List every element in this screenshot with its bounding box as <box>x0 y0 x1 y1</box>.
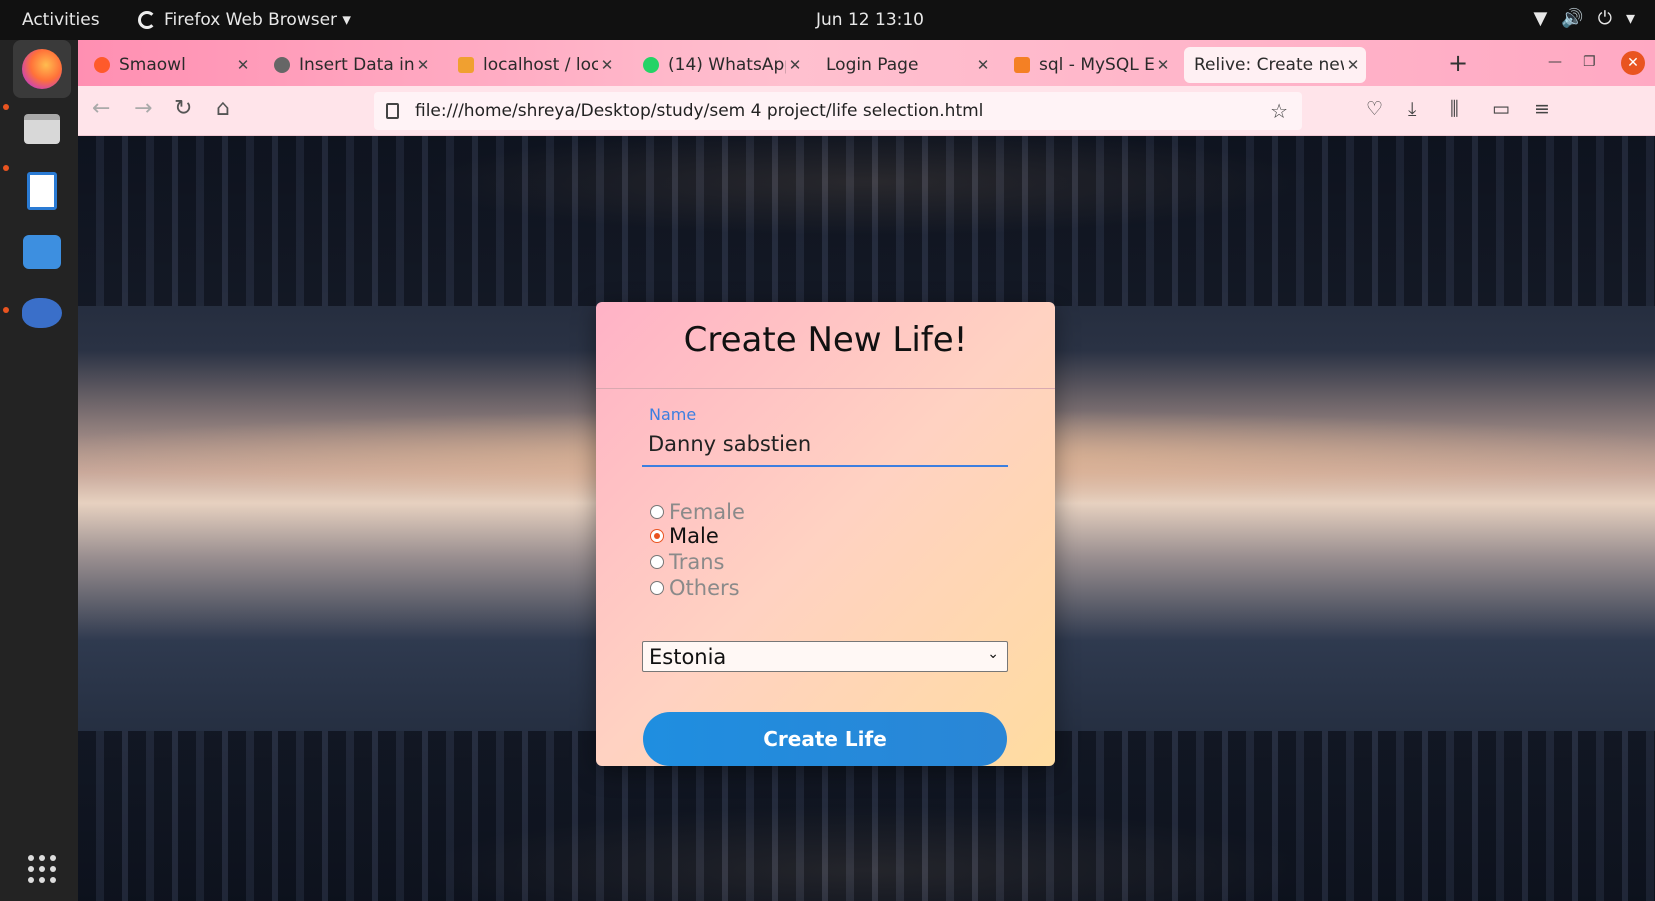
tab-relive-create[interactable]: Relive: Create new ✕ <box>1184 47 1366 83</box>
tab-whatsapp[interactable]: (14) WhatsApp ✕ <box>633 47 808 83</box>
dock-mysql-workbench[interactable] <box>13 284 71 342</box>
show-apps-icon[interactable] <box>28 855 56 883</box>
divider <box>596 388 1055 389</box>
system-tray[interactable]: ▼ 🔊 ⏻ ▾ <box>1533 8 1635 29</box>
back-icon[interactable]: ← <box>92 96 110 121</box>
app-menu[interactable]: Firefox Web Browser ▾ <box>138 10 351 30</box>
tab-insert-data[interactable]: Insert Data into ✕ <box>264 47 436 83</box>
create-life-button[interactable]: Create Life <box>643 712 1007 766</box>
files-icon <box>24 114 60 144</box>
radio-others[interactable] <box>650 581 664 595</box>
gender-option-male[interactable]: Male <box>650 524 719 548</box>
radio-male[interactable] <box>650 529 664 543</box>
writer-icon <box>27 172 57 210</box>
dock-writer[interactable] <box>13 162 71 220</box>
new-tab-button[interactable]: + <box>1448 49 1468 77</box>
running-indicator <box>3 165 9 171</box>
dock-firefox[interactable] <box>13 40 71 98</box>
tab-mysql-error[interactable]: sql - MySQL Err ✕ <box>1004 47 1176 83</box>
clock[interactable]: Jun 12 13:10 <box>816 10 924 30</box>
dock-files[interactable] <box>13 100 71 158</box>
chevron-down-icon: ⌄ <box>987 646 999 662</box>
tab-login-page[interactable]: Login Page ✕ <box>816 47 996 83</box>
close-tab-icon[interactable]: ✕ <box>414 56 432 74</box>
dock <box>0 40 78 901</box>
pocket-icon[interactable]: ♡ <box>1366 98 1383 120</box>
close-tab-icon[interactable]: ✕ <box>786 56 804 74</box>
close-tab-icon[interactable]: ✕ <box>1344 56 1362 74</box>
bookmark-star-icon[interactable]: ☆ <box>1270 99 1288 123</box>
reload-icon[interactable]: ↻ <box>174 96 192 121</box>
country-select[interactable]: Estonia ⌄ <box>642 641 1008 672</box>
whatsapp-icon <box>643 57 659 73</box>
wifi-icon: ▼ <box>1533 8 1548 29</box>
firefox-window: Smaowl ✕ Insert Data into ✕ localhost / … <box>78 40 1655 901</box>
gender-option-trans[interactable]: Trans <box>650 550 725 574</box>
firefox-icon <box>22 49 62 89</box>
sidebar-icon[interactable]: ▭ <box>1492 98 1510 120</box>
name-input[interactable] <box>642 423 1008 467</box>
radio-female[interactable] <box>650 505 664 519</box>
software-center-icon <box>23 235 61 269</box>
name-label: Name <box>649 405 697 424</box>
radio-trans[interactable] <box>650 555 664 569</box>
maximize-icon[interactable]: ❐ <box>1583 54 1596 70</box>
page-content: Create New Life! Name Female Male Trans … <box>78 136 1655 901</box>
url-bar[interactable]: file:///home/shreya/Desktop/study/sem 4 … <box>374 92 1302 130</box>
navigation-toolbar: ← → ↻ ⌂ file:///home/shreya/Desktop/stud… <box>78 86 1655 136</box>
gender-option-female[interactable]: Female <box>650 500 745 524</box>
stackoverflow-icon <box>1014 57 1030 73</box>
power-icon: ⏻ <box>1597 8 1612 29</box>
app-menu-label: Firefox Web Browser ▾ <box>164 10 351 30</box>
tab-localhost[interactable]: localhost / local ✕ <box>448 47 620 83</box>
firefox-mini-icon <box>138 11 156 29</box>
dolphin-icon <box>22 298 62 328</box>
close-tab-icon[interactable]: ✕ <box>234 56 252 74</box>
gender-option-others[interactable]: Others <box>650 576 740 600</box>
page-icon <box>386 103 399 119</box>
form-title: Create New Life! <box>683 320 968 360</box>
library-icon[interactable]: ⫼ <box>1450 98 1459 120</box>
tray-menu-chevron-icon: ▾ <box>1625 8 1635 29</box>
country-selected-value: Estonia <box>649 644 727 669</box>
running-indicator <box>3 307 9 313</box>
menu-icon[interactable]: ≡ <box>1534 98 1550 120</box>
gear-icon <box>274 57 290 73</box>
close-tab-icon[interactable]: ✕ <box>598 56 616 74</box>
tab-strip: Smaowl ✕ Insert Data into ✕ localhost / … <box>78 40 1655 86</box>
create-life-form: Create New Life! Name Female Male Trans … <box>596 302 1055 766</box>
dock-software[interactable] <box>13 223 71 281</box>
sparkle-icon <box>94 57 110 73</box>
phpmyadmin-icon <box>458 57 474 73</box>
running-indicator <box>3 104 9 110</box>
url-text: file:///home/shreya/Desktop/study/sem 4 … <box>415 101 984 121</box>
downloads-icon[interactable]: ⤓ <box>1408 98 1416 120</box>
close-tab-icon[interactable]: ✕ <box>974 56 992 74</box>
home-icon[interactable]: ⌂ <box>216 96 230 121</box>
system-top-bar: Activities Firefox Web Browser ▾ Jun 12 … <box>0 0 1655 40</box>
tab-smaowl[interactable]: Smaowl ✕ <box>84 47 256 83</box>
inverted-city-background <box>78 136 1655 306</box>
forward-icon[interactable]: → <box>134 96 152 121</box>
activities-button[interactable]: Activities <box>22 10 100 30</box>
close-tab-icon[interactable]: ✕ <box>1154 56 1172 74</box>
minimize-icon[interactable]: — <box>1548 54 1562 70</box>
volume-icon: 🔊 <box>1561 8 1584 29</box>
close-window-icon[interactable]: ✕ <box>1621 51 1645 75</box>
